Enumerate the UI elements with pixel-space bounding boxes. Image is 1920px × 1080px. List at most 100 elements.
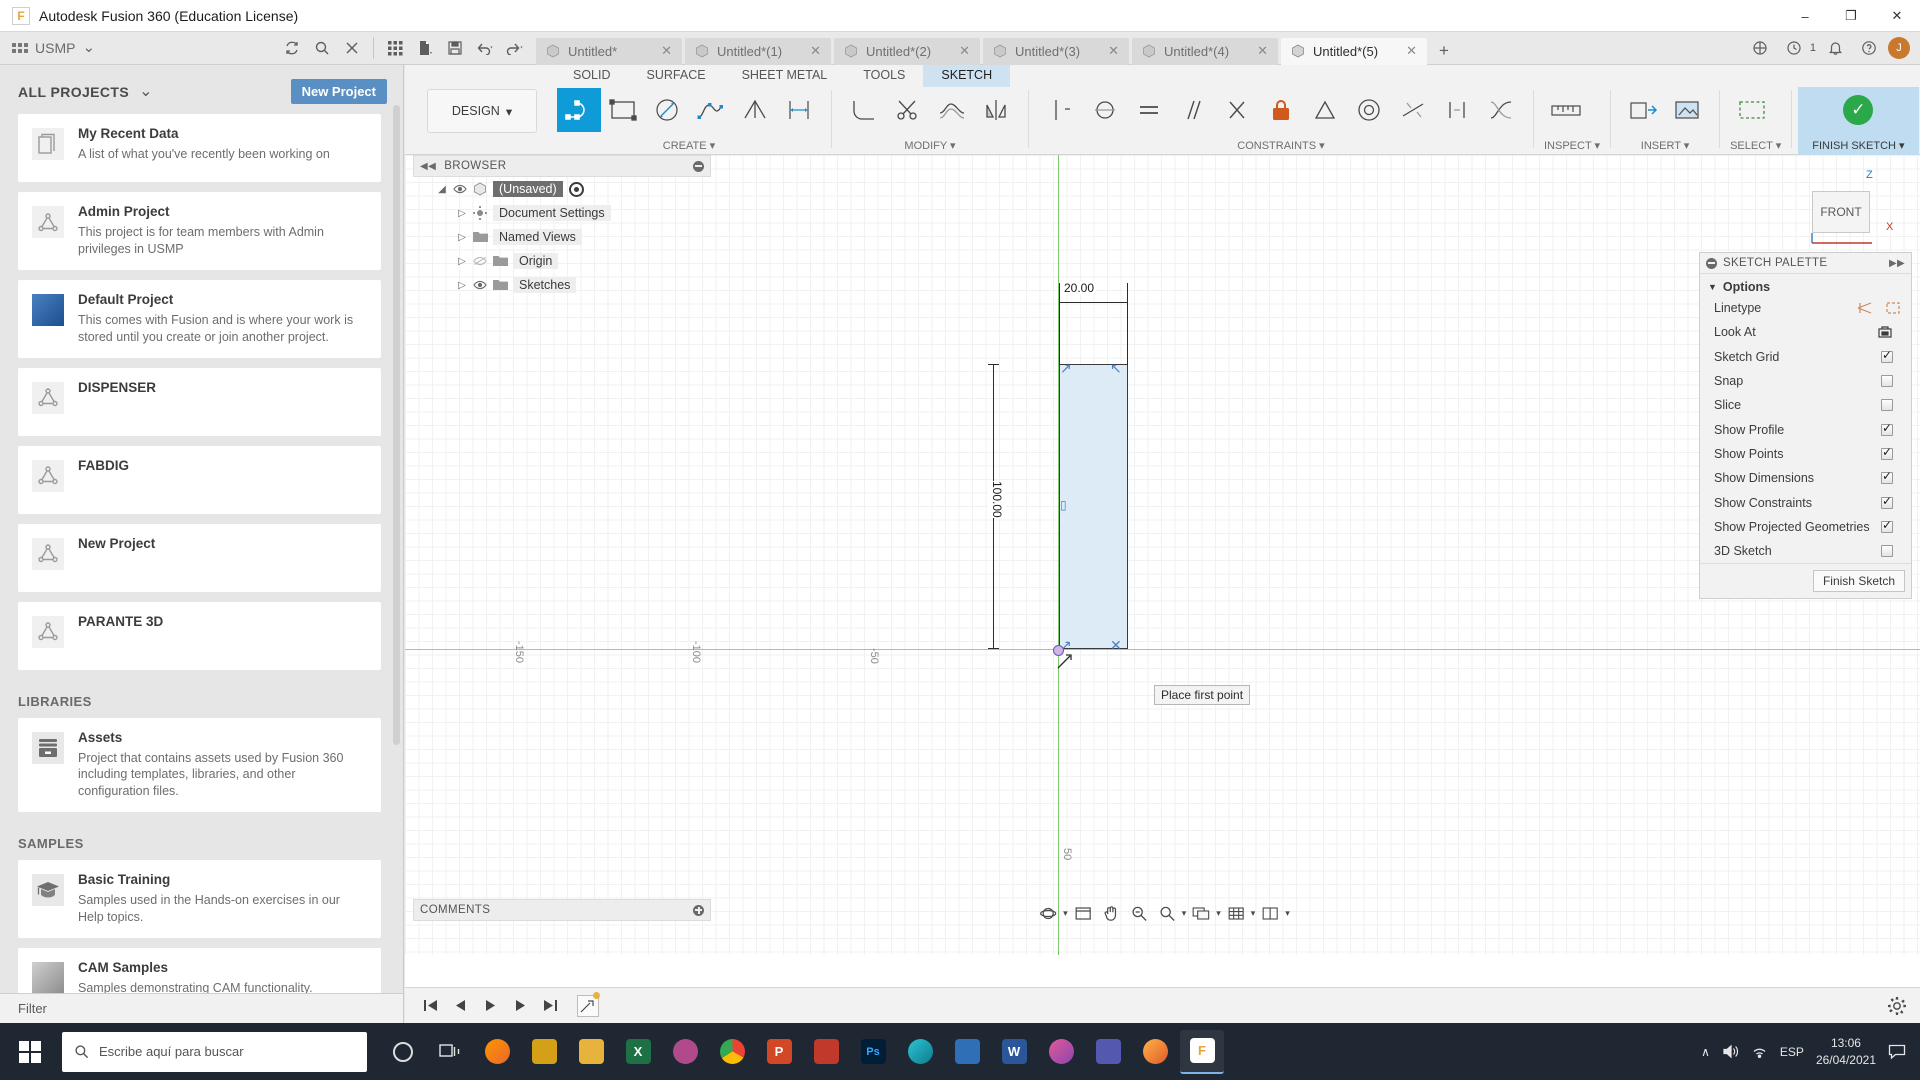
- edge-icon[interactable]: [898, 1030, 942, 1074]
- maximize-button[interactable]: ❐: [1828, 0, 1874, 32]
- visibility-eye-icon[interactable]: [453, 184, 473, 194]
- display-settings-icon[interactable]: [1188, 901, 1214, 925]
- timeline-sketch-marker[interactable]: [577, 991, 600, 1017]
- tab-surface[interactable]: SURFACE: [629, 65, 724, 87]
- insert-derive-icon[interactable]: [1621, 88, 1665, 132]
- chrome-icon[interactable]: [710, 1030, 754, 1074]
- mesh-icon[interactable]: [663, 1030, 707, 1074]
- dimension-value-height[interactable]: 100.00: [988, 481, 1006, 518]
- paint-icon[interactable]: [1039, 1030, 1083, 1074]
- close-icon[interactable]: ✕: [1257, 43, 1268, 59]
- sketch-canvas[interactable]: 20.00 100.00 ↗ ↖ ↗ ✕ ▯ -150 -100 -50 50 …: [405, 155, 1920, 955]
- pan-icon[interactable]: [1098, 901, 1124, 925]
- job-status-icon[interactable]: [1779, 35, 1809, 61]
- chevron-down-icon[interactable]: ▾: [1251, 908, 1256, 919]
- show-profile-checkbox[interactable]: [1881, 421, 1893, 436]
- close-icon[interactable]: ✕: [1406, 43, 1417, 59]
- timeline-settings-gear-icon[interactable]: [1888, 996, 1906, 1015]
- notification-icon[interactable]: [1888, 1044, 1906, 1060]
- powerpoint-icon[interactable]: P: [757, 1030, 801, 1074]
- dimension-tool-icon[interactable]: [777, 88, 821, 132]
- view-cube[interactable]: Z X FRONT: [1790, 169, 1900, 259]
- fix-lock-icon[interactable]: [1259, 88, 1303, 132]
- project-card[interactable]: Default Project This comes with Fusion a…: [18, 279, 381, 358]
- document-tab[interactable]: Untitled*(1) ✕: [685, 37, 831, 65]
- rectangle-tool-icon[interactable]: [601, 88, 645, 132]
- constraint-marker-vertical[interactable]: ▯: [1060, 498, 1067, 512]
- wifi-icon[interactable]: [1751, 1044, 1768, 1059]
- workspace-switcher-button[interactable]: DESIGN ▾: [427, 89, 537, 133]
- tab-sheet-metal[interactable]: SHEET METAL: [724, 65, 846, 87]
- expand-arrow-icon[interactable]: ▷: [451, 280, 473, 291]
- photoshop-icon[interactable]: Ps: [851, 1030, 895, 1074]
- browser-node-root[interactable]: ◢ (Unsaved): [413, 177, 711, 201]
- pan-display-icon[interactable]: [1070, 901, 1096, 925]
- ribbon-group-label[interactable]: MODIFY ▾: [842, 139, 1018, 155]
- measure-icon[interactable]: [1544, 88, 1588, 132]
- firefox-icon[interactable]: [475, 1030, 519, 1074]
- close-icon[interactable]: ✕: [959, 43, 970, 59]
- close-icon[interactable]: ✕: [1108, 43, 1119, 59]
- skip-end-icon[interactable]: [537, 993, 563, 1019]
- filter-bar[interactable]: Filter: [0, 993, 403, 1023]
- document-tab[interactable]: Untitled*(3) ✕: [983, 37, 1129, 65]
- save-icon[interactable]: [440, 36, 470, 60]
- dimension-value-width[interactable]: 20.00: [1062, 281, 1097, 295]
- snap-checkbox[interactable]: [1881, 375, 1893, 388]
- expand-arrow-icon[interactable]: ◢: [431, 184, 453, 195]
- expand-arrow-icon[interactable]: ▷: [451, 256, 473, 267]
- media-icon[interactable]: [945, 1030, 989, 1074]
- constraint-marker[interactable]: ↗: [1060, 360, 1072, 377]
- undo-icon[interactable]: [470, 36, 500, 60]
- line-tool-icon[interactable]: [557, 88, 601, 132]
- browser-node-origin[interactable]: ▷ Origin: [413, 249, 711, 273]
- chevron-down-icon[interactable]: ▾: [1182, 908, 1187, 919]
- chevron-down-icon[interactable]: ▾: [1063, 908, 1068, 919]
- skip-start-icon[interactable]: [417, 993, 443, 1019]
- midpoint-icon[interactable]: [1303, 88, 1347, 132]
- ribbon-group-label[interactable]: CONSTRAINTS ▾: [1039, 139, 1523, 155]
- tray-chevron-icon[interactable]: ∧: [1701, 1045, 1710, 1059]
- mirror-icon[interactable]: [974, 88, 1018, 132]
- project-card[interactable]: My Recent Data A list of what you've rec…: [18, 114, 381, 182]
- data-panel-scrollbar[interactable]: [393, 105, 400, 745]
- file-explorer-icon[interactable]: [569, 1030, 613, 1074]
- activate-component-radio[interactable]: [568, 181, 584, 197]
- cortana-icon[interactable]: [381, 1030, 425, 1074]
- finish-sketch-check-icon[interactable]: ✓: [1836, 88, 1880, 132]
- visibility-eye-icon[interactable]: [473, 280, 493, 290]
- zoom-window-icon[interactable]: [1154, 901, 1180, 925]
- perpendicular-constraint-icon[interactable]: [1215, 88, 1259, 132]
- sketchup-icon[interactable]: [804, 1030, 848, 1074]
- expand-arrow-icon[interactable]: ▷: [451, 208, 473, 219]
- task-view-icon[interactable]: [428, 1030, 472, 1074]
- expand-icon[interactable]: ▶▶: [1889, 258, 1905, 269]
- tab-solid[interactable]: SOLID: [555, 65, 629, 87]
- fillet-icon[interactable]: [842, 88, 886, 132]
- word-icon[interactable]: W: [992, 1030, 1036, 1074]
- project-card[interactable]: PARANTE 3D: [18, 601, 381, 670]
- insert-canvas-icon[interactable]: [1665, 88, 1709, 132]
- library-card[interactable]: Assets Project that contains assets used…: [18, 717, 381, 813]
- chevron-down-icon[interactable]: ▾: [1216, 908, 1221, 919]
- curvature-icon[interactable]: [1479, 88, 1523, 132]
- minimize-panel-icon[interactable]: [1706, 257, 1717, 269]
- browser-node-document-settings[interactable]: ▷ Document Settings: [413, 201, 711, 225]
- constraint-marker[interactable]: ✕: [1110, 637, 1122, 654]
- tab-tools[interactable]: TOOLS: [845, 65, 923, 87]
- notifications-icon[interactable]: [1820, 35, 1850, 61]
- store-icon[interactable]: [522, 1030, 566, 1074]
- concentric-icon[interactable]: [1347, 88, 1391, 132]
- new-tab-button[interactable]: +: [1430, 38, 1458, 65]
- extensions-icon[interactable]: [1745, 35, 1775, 61]
- new-project-button[interactable]: New Project: [290, 79, 387, 104]
- new-file-icon[interactable]: [410, 36, 440, 60]
- centerline-icon[interactable]: [1885, 301, 1901, 315]
- offset-icon[interactable]: [930, 88, 974, 132]
- collinear-icon[interactable]: [1391, 88, 1435, 132]
- tangent-constraint-icon[interactable]: [1083, 88, 1127, 132]
- arc-tool-icon[interactable]: [733, 88, 777, 132]
- show-projected-geometries-checkbox[interactable]: [1881, 518, 1893, 533]
- ribbon-group-label[interactable]: CREATE ▾: [557, 139, 821, 155]
- visibility-off-icon[interactable]: [473, 256, 493, 266]
